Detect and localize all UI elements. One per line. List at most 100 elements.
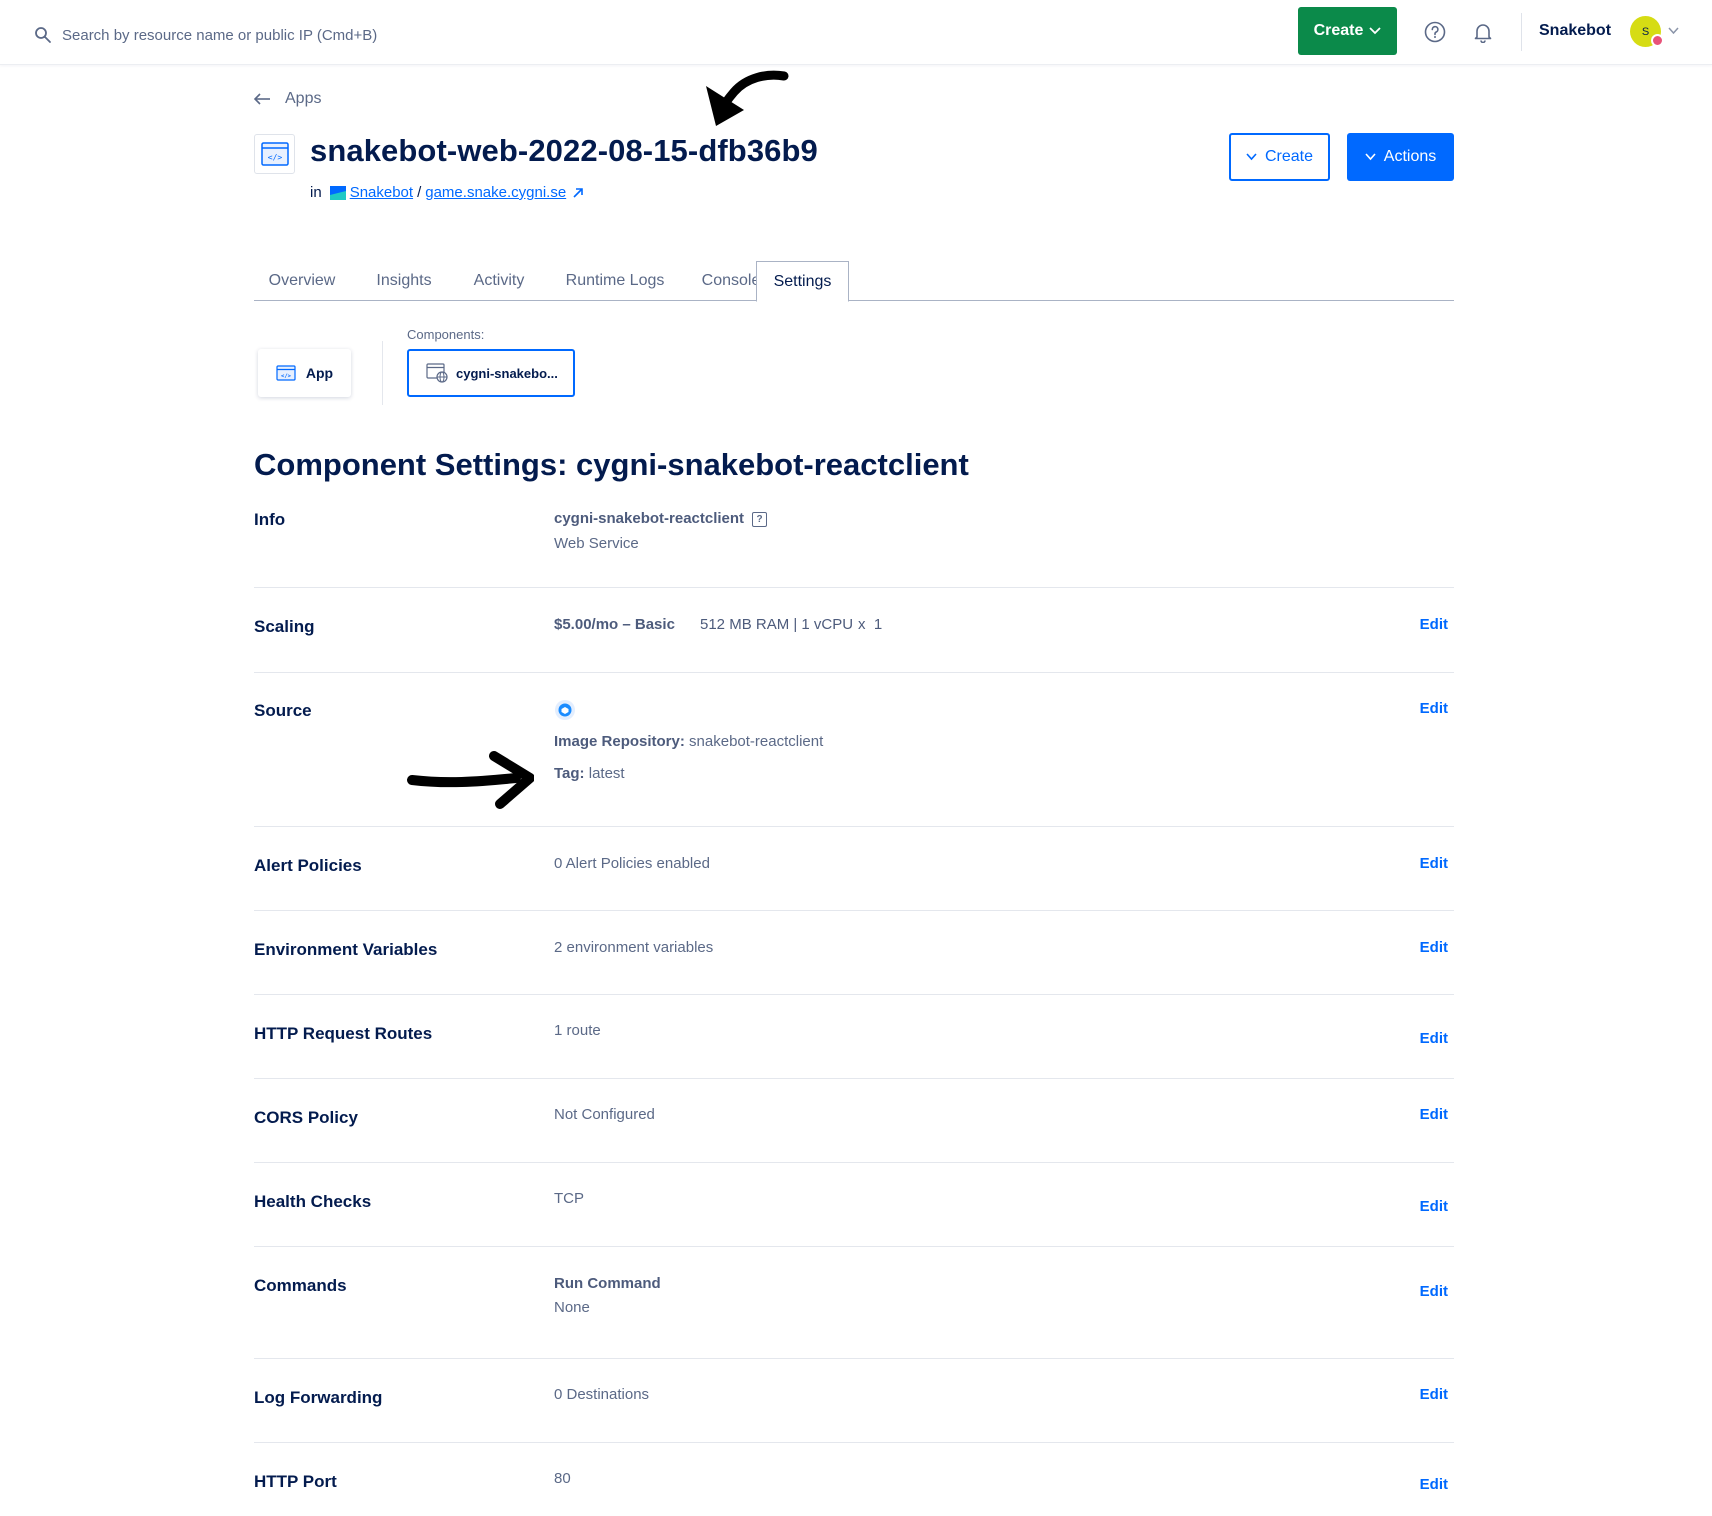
- component-settings-title: Component Settings: cygni-snakebot-react…: [254, 447, 969, 482]
- actions-button-label: Actions: [1383, 148, 1437, 165]
- tab-activity[interactable]: Activity: [452, 261, 546, 301]
- image-tag: Tag: latest: [554, 765, 625, 782]
- back-label: Apps: [285, 90, 322, 107]
- scaling-plan: $5.00/mo – Basic: [554, 616, 675, 633]
- http-port-label: HTTP Port: [254, 1472, 337, 1491]
- search-bar[interactable]: Search by resource name or public IP (Cm…: [34, 22, 377, 48]
- log-forwarding-value: 0 Destinations: [554, 1386, 650, 1403]
- avatar-badge-icon: [1651, 34, 1664, 47]
- page-title: snakebot-web-2022-08-15-dfb36b9: [310, 133, 818, 168]
- scaling-spec: 512 MB RAM | 1 vCPU: [700, 616, 854, 633]
- settings-row-info: Info cygni-snakebot-reactclient? Web Ser…: [254, 510, 1454, 588]
- cors-value: Not Configured: [554, 1106, 655, 1123]
- svg-text:</>: </>: [267, 153, 282, 162]
- settings-row-commands: Commands Run Command None Edit: [254, 1247, 1454, 1359]
- settings-row-scaling: Scaling $5.00/mo – Basic 512 MB RAM | 1 …: [254, 588, 1454, 673]
- log-forwarding-label: Log Forwarding: [254, 1388, 383, 1407]
- env-vars-label: Environment Variables: [254, 940, 438, 959]
- top-nav-bar: Search by resource name or public IP (Cm…: [0, 0, 1712, 65]
- edit-health-checks-button[interactable]: Edit: [1420, 1198, 1448, 1215]
- team-name[interactable]: Snakebot: [1539, 22, 1611, 40]
- component-divider: [382, 341, 383, 405]
- tab-overview[interactable]: Overview: [254, 261, 350, 301]
- chevron-down-icon[interactable]: [1668, 27, 1679, 35]
- edit-alert-policies-button[interactable]: Edit: [1420, 855, 1448, 872]
- svg-text:</>: </>: [281, 374, 292, 380]
- code-window-icon: </>: [260, 142, 289, 166]
- component-name-text: cygni-snakebot-reactclient: [554, 510, 745, 527]
- code-window-icon: </>: [276, 365, 296, 381]
- settings-row-cors: CORS Policy Not Configured Edit: [254, 1079, 1454, 1163]
- run-command-value: None: [554, 1299, 590, 1316]
- component-name: cygni-snakebot-reactclient?: [554, 510, 768, 527]
- search-icon: [35, 27, 51, 43]
- component-card-label: cygni-snakebo...: [456, 365, 558, 381]
- web-service-icon: [426, 363, 448, 383]
- settings-row-log-forwarding: Log Forwarding 0 Destinations Edit: [254, 1359, 1454, 1443]
- top-create-button[interactable]: Create: [1298, 7, 1397, 55]
- component-type: Web Service: [554, 535, 639, 552]
- info-label: Info: [254, 510, 286, 529]
- annotation-arrow-icon: [706, 70, 789, 126]
- edit-env-vars-button[interactable]: Edit: [1420, 939, 1448, 956]
- actions-button[interactable]: Actions: [1347, 133, 1454, 181]
- annotation-arrow-icon: [407, 751, 534, 809]
- settings-row-http-routes: HTTP Request Routes 1 route Edit: [254, 995, 1454, 1079]
- chevron-down-icon: [1365, 153, 1376, 161]
- health-checks-label: Health Checks: [254, 1192, 372, 1211]
- external-link-icon[interactable]: [573, 187, 583, 198]
- edit-http-port-button[interactable]: Edit: [1420, 1476, 1448, 1493]
- breadcrumb-separator: /: [417, 184, 422, 201]
- edit-source-button[interactable]: Edit: [1420, 700, 1448, 717]
- tab-runtime-logs[interactable]: Runtime Logs: [548, 261, 682, 301]
- tab-settings[interactable]: Settings: [756, 261, 849, 302]
- help-icon[interactable]: [1424, 21, 1446, 43]
- settings-row-health-checks: Health Checks TCP Edit: [254, 1163, 1454, 1247]
- avatar-initial: S: [1641, 25, 1650, 38]
- image-repository-value: snakebot-reactclient: [689, 733, 824, 750]
- create-button-label: Create: [1264, 148, 1314, 165]
- back-to-apps-link[interactable]: Apps: [253, 90, 321, 108]
- image-repository: Image Repository: snakebot-reactclient: [554, 733, 823, 750]
- edit-log-forwarding-button[interactable]: Edit: [1420, 1386, 1448, 1403]
- app-settings-card[interactable]: </> App: [258, 349, 351, 397]
- edit-http-routes-button[interactable]: Edit: [1420, 1030, 1448, 1047]
- component-card[interactable]: cygni-snakebo...: [407, 349, 575, 397]
- in-label: in: [310, 184, 322, 201]
- app-card-label: App: [305, 365, 334, 381]
- env-vars-value: 2 environment variables: [554, 939, 714, 956]
- domain-link[interactable]: game.snake.cygni.se: [425, 184, 566, 201]
- scaling-count: x 1: [858, 616, 883, 633]
- project-link[interactable]: Snakebot: [350, 184, 413, 201]
- tab-insights[interactable]: Insights: [359, 261, 449, 301]
- search-input[interactable]: Search by resource name or public IP (Cm…: [62, 27, 377, 44]
- edit-cors-button[interactable]: Edit: [1420, 1106, 1448, 1123]
- cors-label: CORS Policy: [254, 1108, 358, 1127]
- arrow-left-icon: [253, 93, 270, 105]
- bell-icon[interactable]: [1472, 21, 1494, 43]
- run-command-key: Run Command: [554, 1275, 661, 1292]
- http-routes-value: 1 route: [554, 1022, 601, 1039]
- topbar-divider: [1521, 13, 1522, 51]
- help-square-icon[interactable]: ?: [752, 512, 768, 527]
- app-tabs: Overview Insights Activity Runtime Logs …: [254, 261, 1454, 302]
- image-tag-value: latest: [588, 765, 625, 782]
- chevron-down-icon: [1246, 153, 1257, 161]
- components-label: Components:: [407, 327, 485, 342]
- settings-row-environment-variables: Environment Variables 2 environment vari…: [254, 911, 1454, 995]
- edit-scaling-button[interactable]: Edit: [1420, 616, 1448, 633]
- create-button[interactable]: Create: [1229, 133, 1330, 181]
- alert-policies-value: 0 Alert Policies enabled: [554, 855, 710, 872]
- settings-row-alert-policies: Alert Policies 0 Alert Policies enabled …: [254, 827, 1454, 911]
- source-label: Source: [254, 701, 312, 720]
- commands-label: Commands: [254, 1276, 347, 1295]
- app-breadcrumb: in Snakebot / game.snake.cygni.se: [310, 184, 583, 201]
- project-flag-icon: [329, 185, 346, 200]
- image-tag-key: Tag:: [554, 765, 585, 782]
- http-port-value: 80: [554, 1470, 571, 1487]
- container-registry-icon: [555, 700, 575, 720]
- settings-row-http-port: HTTP Port 80 Edit: [254, 1443, 1454, 1516]
- top-create-label: Create: [1313, 22, 1364, 39]
- edit-commands-button[interactable]: Edit: [1420, 1283, 1448, 1300]
- http-routes-label: HTTP Request Routes: [254, 1024, 433, 1043]
